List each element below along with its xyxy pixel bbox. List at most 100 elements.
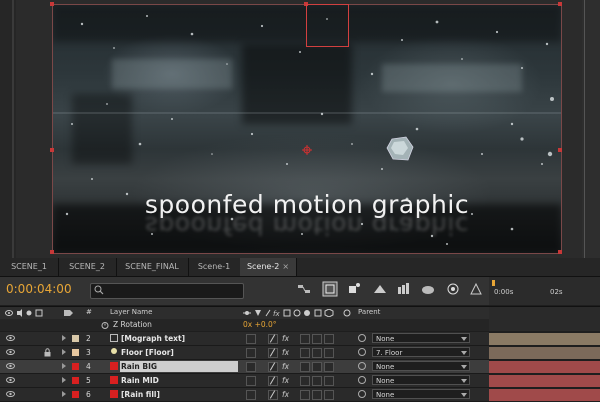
label-color-swatch[interactable]: [72, 335, 79, 342]
visibility-eye-icon[interactable]: [6, 391, 15, 397]
tab-label: SCENE_1: [11, 262, 47, 271]
anchor-point-icon[interactable]: [302, 145, 312, 155]
layer-switch-box[interactable]: [324, 376, 334, 386]
layer-switch-box[interactable]: [312, 362, 322, 372]
tab-scene-1-upper[interactable]: SCENE_1: [0, 258, 59, 276]
live-update-icon[interactable]: [468, 281, 484, 297]
visibility-eye-icon[interactable]: [6, 363, 15, 369]
pick-whip-icon[interactable]: [358, 390, 366, 398]
label-color-swatch[interactable]: [72, 377, 79, 384]
tab-scene-2-upper[interactable]: SCENE_2: [58, 258, 117, 276]
effects-switch-icon[interactable]: fx: [282, 374, 289, 387]
visibility-eye-icon[interactable]: [6, 335, 15, 341]
layer-switch-box[interactable]: [246, 334, 256, 344]
layer-switch-box[interactable]: [246, 362, 256, 372]
edge-handle[interactable]: [50, 148, 54, 152]
layer-search-input[interactable]: [90, 283, 244, 299]
corner-handle[interactable]: [50, 250, 54, 254]
composition-viewer[interactable]: spoonfed motion graphic spoonfed motion …: [0, 0, 600, 258]
motion-blur-icon[interactable]: [396, 281, 412, 297]
layer-switch-box[interactable]: [246, 348, 256, 358]
layer-row[interactable]: 3 Floor [Floor] fx 7. Floor: [0, 346, 489, 360]
work-area-start[interactable]: [492, 280, 495, 286]
layer-switch-box[interactable]: [300, 376, 310, 386]
visibility-eye-icon[interactable]: [6, 349, 15, 355]
layer-switch-box[interactable]: [324, 348, 334, 358]
label-color-swatch[interactable]: [72, 391, 79, 398]
pick-whip-icon[interactable]: [358, 376, 366, 384]
layer-name[interactable]: [Mograph text]: [121, 332, 185, 345]
effects-switch-icon[interactable]: fx: [282, 346, 289, 359]
layer-switch-box[interactable]: [300, 390, 310, 400]
expand-triangle-icon[interactable]: [62, 391, 66, 397]
layer-name[interactable]: Rain MID: [121, 374, 159, 387]
label-tag-icon: [64, 310, 73, 316]
column-layer-name[interactable]: Layer Name: [110, 308, 152, 316]
layer-switch-box[interactable]: [324, 362, 334, 372]
layer-row[interactable]: 2 [Mograph text] fx None: [0, 332, 489, 346]
layer-switch-box[interactable]: [324, 334, 334, 344]
expand-triangle-icon[interactable]: [62, 349, 66, 355]
frame-blending-icon[interactable]: [372, 281, 388, 297]
layer-duration-bar[interactable]: [489, 389, 600, 401]
pick-whip-icon[interactable]: [358, 348, 366, 356]
draft-3d-icon[interactable]: [322, 281, 338, 297]
layer-duration-bar[interactable]: [489, 361, 600, 373]
hide-shy-layers-icon[interactable]: [346, 281, 362, 297]
layer-switch-box[interactable]: [300, 334, 310, 344]
effects-switch-icon[interactable]: fx: [282, 360, 289, 373]
parent-dropdown[interactable]: 7. Floor: [372, 347, 470, 357]
layer-duration-bar[interactable]: [489, 347, 600, 359]
ruler-label-2s: 02s: [550, 288, 563, 296]
property-value[interactable]: 0x +0.0°: [243, 319, 277, 332]
parent-dropdown[interactable]: None: [372, 389, 470, 399]
layer-switch-box[interactable]: [324, 390, 334, 400]
layer-switch-box[interactable]: [312, 376, 322, 386]
layer-name[interactable]: Rain BIG: [121, 360, 157, 373]
close-icon[interactable]: ×: [282, 262, 289, 271]
layer-row[interactable]: 4 Rain BIG fx None: [0, 360, 489, 374]
corner-handle[interactable]: [50, 2, 54, 6]
parent-dropdown[interactable]: None: [372, 333, 470, 343]
stopwatch-icon[interactable]: [101, 321, 109, 329]
parent-dropdown[interactable]: None: [372, 375, 470, 385]
expand-triangle-icon[interactable]: [62, 335, 66, 341]
layer-name[interactable]: Floor [Floor]: [121, 346, 174, 359]
layer-duration-bar[interactable]: [489, 333, 600, 345]
layer-duration-bar[interactable]: [489, 375, 600, 387]
property-row[interactable]: Z Rotation 0x +0.0°: [0, 319, 489, 331]
tab-scene-final[interactable]: SCENE_FINAL: [116, 258, 189, 276]
light-target-box[interactable]: [306, 4, 349, 47]
layer-switch-box[interactable]: [312, 390, 322, 400]
layer-switch-box[interactable]: [312, 348, 322, 358]
corner-handle[interactable]: [558, 250, 562, 254]
column-parent[interactable]: Parent: [358, 308, 380, 316]
visibility-eye-icon[interactable]: [6, 377, 15, 383]
tab-scene-2[interactable]: Scene-2 ×: [240, 258, 297, 276]
layer-name[interactable]: [Rain fill]: [121, 388, 160, 401]
layer-switch-box[interactable]: [312, 334, 322, 344]
layer-switch-box[interactable]: [300, 348, 310, 358]
label-color-swatch[interactable]: [72, 363, 79, 370]
layer-switch-box[interactable]: [300, 362, 310, 372]
layer-switch-box[interactable]: [246, 376, 256, 386]
expand-triangle-icon[interactable]: [62, 363, 66, 369]
current-time-display[interactable]: 0:00:04:00: [6, 282, 72, 296]
label-color-swatch[interactable]: [72, 349, 79, 356]
effects-switch-icon[interactable]: fx: [282, 332, 289, 345]
lock-icon[interactable]: [44, 348, 51, 357]
graph-editor-icon[interactable]: [446, 281, 462, 297]
edge-handle[interactable]: [558, 148, 562, 152]
expand-triangle-icon[interactable]: [62, 377, 66, 383]
layer-switch-box[interactable]: [246, 390, 256, 400]
corner-handle[interactable]: [558, 2, 562, 6]
pick-whip-icon[interactable]: [358, 334, 366, 342]
effects-switch-icon[interactable]: fx: [282, 388, 289, 401]
composition-mini-flowchart-icon[interactable]: [296, 281, 312, 297]
tab-scene-1[interactable]: Scene-1: [188, 258, 241, 276]
layer-row[interactable]: 5 Rain MID fx None: [0, 374, 489, 388]
brainstorm-icon[interactable]: [420, 281, 436, 297]
parent-dropdown[interactable]: None: [372, 361, 470, 371]
light-bulb-icon: [111, 348, 117, 354]
pick-whip-icon[interactable]: [358, 362, 366, 370]
